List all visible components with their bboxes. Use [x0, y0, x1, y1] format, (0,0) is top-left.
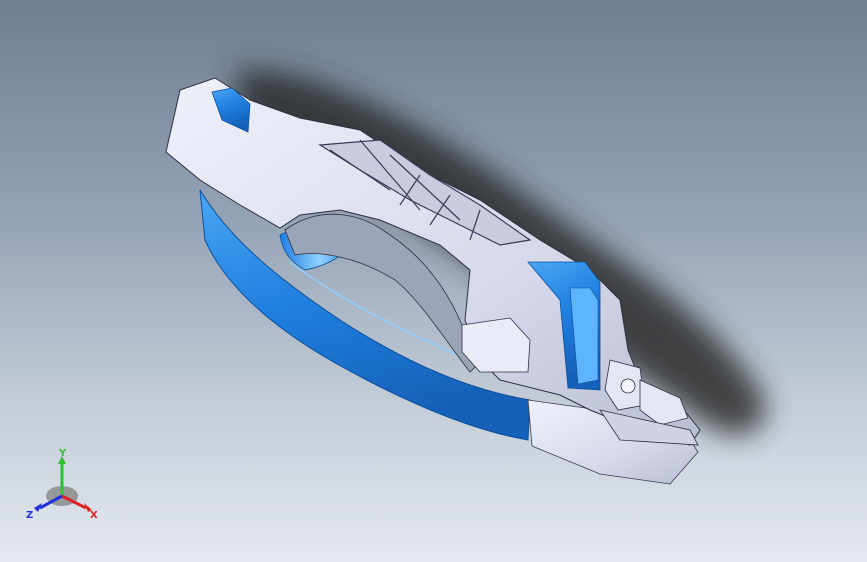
graphics-viewport[interactable]: Y X Z [0, 0, 867, 562]
x-axis-label: X [90, 510, 98, 521]
model-view[interactable] [0, 0, 867, 562]
reference-triad: Y X Z [26, 448, 98, 521]
z-axis-label: Z [26, 510, 33, 521]
y-axis-label: Y [58, 448, 67, 459]
